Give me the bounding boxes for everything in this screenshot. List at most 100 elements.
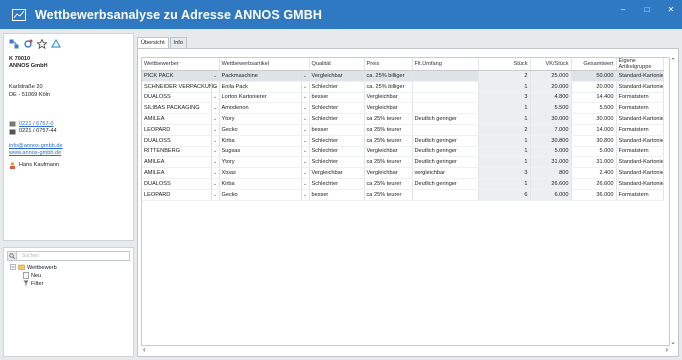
table-cell[interactable] bbox=[412, 92, 479, 104]
table-cell[interactable]: PICK PACK ⌄ bbox=[142, 70, 220, 82]
table-cell[interactable]: AMILEA ⌄ bbox=[142, 113, 220, 125]
search-icon[interactable] bbox=[8, 252, 17, 260]
table-cell[interactable]: Sugsas ⌄ bbox=[219, 146, 310, 158]
column-header[interactable]: Preis bbox=[364, 58, 413, 71]
scroll-down-icon[interactable]: ⌄ bbox=[669, 338, 677, 346]
column-header[interactable]: Qualität bbox=[309, 58, 365, 71]
table-cell[interactable]: Vergleichbar bbox=[309, 167, 365, 179]
tree-node-neu[interactable]: Neu bbox=[23, 271, 133, 280]
table-cell[interactable]: 31.000 bbox=[571, 156, 617, 169]
table-cell[interactable]: vergleichbar bbox=[412, 167, 479, 179]
table-cell[interactable]: 1 bbox=[478, 178, 531, 190]
chevron-down-icon[interactable]: ⌄ bbox=[210, 168, 219, 178]
network-icon[interactable] bbox=[9, 39, 19, 49]
chevron-down-icon[interactable]: ⌄ bbox=[300, 178, 309, 189]
table-cell[interactable]: 5.000 bbox=[530, 146, 572, 158]
horizontal-scrollbar[interactable]: ‹ › bbox=[141, 345, 670, 354]
chevron-down-icon[interactable]: ⌄ bbox=[210, 92, 219, 102]
tab-uebersicht[interactable]: Übersicht bbox=[137, 37, 169, 48]
chevron-down-icon[interactable]: ⌄ bbox=[210, 71, 219, 81]
table-cell[interactable]: Kirba ⌄ bbox=[219, 135, 310, 147]
tab-info[interactable]: Info bbox=[169, 37, 187, 48]
table-cell[interactable]: 3 bbox=[478, 92, 531, 104]
column-header[interactable]: Gesamtwert bbox=[571, 58, 617, 71]
table-cell[interactable]: Vergleichbar bbox=[364, 102, 413, 115]
chevron-down-icon[interactable]: ⌄ bbox=[210, 189, 219, 200]
chevron-down-icon[interactable]: ⌄ bbox=[210, 81, 219, 92]
table-cell[interactable]: 20.000 bbox=[530, 81, 572, 93]
table-cell[interactable] bbox=[412, 124, 479, 136]
table-cell[interactable]: 1 bbox=[478, 113, 531, 125]
phone-link[interactable]: 0221 / 6757-0 bbox=[19, 121, 54, 128]
table-cell[interactable]: 25.000 bbox=[530, 70, 572, 82]
table-cell[interactable]: besser bbox=[309, 92, 365, 104]
table-cell[interactable]: Amodenon ⌄ bbox=[219, 102, 310, 115]
chevron-down-icon[interactable]: ⌄ bbox=[300, 114, 309, 124]
table-row[interactable]: AMILEA ⌄ Ytory ⌄ Schlechter ca 25% teurer Deut… bbox=[142, 113, 664, 125]
chevron-down-icon[interactable]: ⌄ bbox=[210, 135, 219, 146]
table-row[interactable]: SILIBAS PACKAGING ⌄ Amodenon ⌄ Schlechter Ver… bbox=[142, 102, 664, 115]
scroll-right-icon[interactable]: › bbox=[665, 345, 668, 354]
table-cell[interactable]: 2 bbox=[478, 124, 531, 136]
chevron-down-icon[interactable]: ⌄ bbox=[300, 189, 309, 200]
table-cell[interactable]: Schlechter bbox=[309, 113, 365, 125]
table-cell[interactable]: Gecko ⌄ bbox=[219, 124, 310, 136]
table-row[interactable]: SCHNEIDER VERPACKUNG ⌄ Enila Pack ⌄ Schlecht… bbox=[142, 81, 664, 93]
table-cell[interactable]: Deutlich geringer bbox=[412, 156, 479, 169]
table-cell[interactable]: Schlechter bbox=[309, 156, 365, 169]
table-cell[interactable]: 6 bbox=[478, 189, 531, 201]
table-cell[interactable]: besser bbox=[309, 189, 365, 201]
table-cell[interactable]: Schlechter bbox=[309, 146, 365, 158]
table-cell[interactable]: Deutlich geringer bbox=[412, 146, 479, 158]
table-cell[interactable]: 5.500 bbox=[571, 102, 617, 115]
close-button[interactable]: ✕ bbox=[666, 5, 676, 14]
table-cell[interactable]: besser bbox=[309, 124, 365, 136]
table-cell[interactable]: Standard-Kartonierer bbox=[616, 156, 664, 169]
table-cell[interactable]: SILIBAS PACKAGING ⌄ bbox=[142, 102, 220, 115]
tree-search[interactable]: Suchen bbox=[7, 251, 130, 261]
table-cell[interactable]: Formatstern bbox=[616, 92, 664, 104]
column-header[interactable]: Wettbewerber bbox=[142, 58, 220, 71]
table-cell[interactable]: SCHNEIDER VERPACKUNG ⌄ bbox=[142, 81, 220, 93]
table-cell[interactable]: Kirba ⌄ bbox=[219, 178, 310, 190]
table-cell[interactable]: Standard-Kartonierer bbox=[616, 167, 664, 179]
table-cell[interactable]: 14.000 bbox=[571, 124, 617, 136]
chevron-down-icon[interactable]: ⌄ bbox=[210, 114, 219, 124]
table-cell[interactable]: Schlechter bbox=[309, 178, 365, 190]
settings-icon[interactable] bbox=[23, 39, 33, 49]
column-header[interactable]: Flt.Umfang bbox=[412, 58, 479, 71]
column-header[interactable]: Stück bbox=[478, 58, 531, 71]
table-cell[interactable]: Standard-Kartonierer bbox=[616, 113, 664, 125]
table-cell[interactable]: Formatstern bbox=[616, 189, 664, 201]
table-cell[interactable]: ca 25% teurer bbox=[364, 156, 413, 169]
table-cell[interactable]: 20.000 bbox=[571, 81, 617, 93]
chevron-down-icon[interactable]: ⌄ bbox=[210, 124, 219, 135]
table-cell[interactable] bbox=[412, 81, 479, 93]
column-header[interactable]: Eigene Artikelgruppe bbox=[616, 58, 664, 71]
table-cell[interactable]: 7.000 bbox=[530, 124, 572, 136]
table-cell[interactable]: 14.400 bbox=[571, 92, 617, 104]
table-cell[interactable]: Schlechter bbox=[309, 102, 365, 115]
website-link[interactable]: www.annos-gmbh.de bbox=[9, 150, 128, 157]
table-cell[interactable]: Vergleichbar bbox=[364, 167, 413, 179]
table-row[interactable]: LEOPARD ⌄ Gecko ⌄ besser ca 25% teurer 6 6.000 3… bbox=[142, 189, 664, 201]
table-cell[interactable]: ca 25% teurer bbox=[364, 135, 413, 147]
chevron-down-icon[interactable]: ⌄ bbox=[210, 157, 219, 167]
table-cell[interactable]: ca. 25% billiger bbox=[364, 81, 413, 93]
scroll-up-icon[interactable]: ⌃ bbox=[669, 57, 677, 65]
table-cell[interactable]: 4.800 bbox=[530, 92, 572, 104]
table-cell[interactable]: Vergleichbar bbox=[364, 92, 413, 104]
minimize-button[interactable]: – bbox=[618, 5, 628, 14]
chevron-down-icon[interactable]: ⌄ bbox=[300, 135, 309, 146]
chevron-down-icon[interactable]: ⌄ bbox=[210, 103, 219, 113]
table-cell[interactable]: 1 bbox=[478, 146, 531, 158]
table-cell[interactable]: AMILEA ⌄ bbox=[142, 167, 220, 179]
table-cell[interactable]: Schlechter bbox=[309, 135, 365, 147]
table-cell[interactable]: 26.600 bbox=[571, 178, 617, 190]
table-cell[interactable]: Standard-Kartonierer bbox=[616, 135, 664, 147]
chevron-down-icon[interactable]: ⌄ bbox=[300, 81, 309, 92]
table-cell[interactable]: ca 25% teurer bbox=[364, 113, 413, 125]
table-row[interactable]: RITTENBERG ⌄ Sugsas ⌄ Schlechter Vergleichbar… bbox=[142, 146, 664, 158]
table-cell[interactable]: 2 bbox=[478, 70, 531, 82]
table-cell[interactable] bbox=[412, 70, 479, 82]
